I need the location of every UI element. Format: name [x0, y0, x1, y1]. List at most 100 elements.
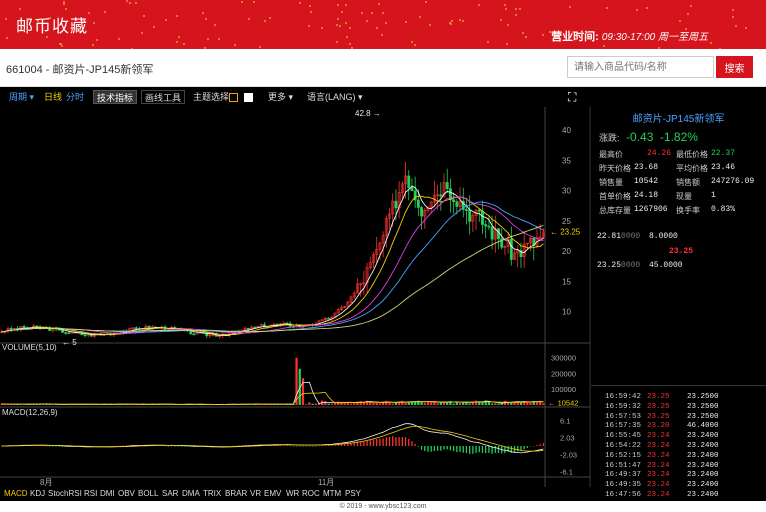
tab-daily[interactable]: 日线 [41, 90, 65, 104]
candle-body [484, 224, 488, 227]
header-sparkle [605, 6, 608, 9]
macd-histogram-bar [420, 446, 423, 450]
header-sparkle [732, 9, 735, 12]
candle-body [487, 225, 491, 228]
macd-histogram-bar [523, 446, 525, 450]
header-sparkle [360, 11, 363, 14]
header-sparkle [205, 17, 208, 20]
theme-dark-option[interactable] [229, 93, 238, 102]
prev-label: 昨天价格 [599, 165, 631, 174]
search-button[interactable]: 搜索 [716, 56, 753, 78]
site-header: 邮币收藏 营业时间: 09:30-17:00 周一至周五 [0, 0, 766, 49]
trade-amount: 23.2400 [687, 432, 719, 441]
indicator-tab-emv[interactable]: EMV [264, 489, 281, 498]
site-title[interactable]: 邮币收藏 [16, 12, 88, 37]
x-axis-label: 8月 [40, 478, 52, 487]
header-sparkle [458, 19, 461, 22]
macd-histogram-bar [478, 446, 480, 453]
macd-histogram-bar [331, 445, 333, 446]
draw-tools-button[interactable]: 画线工具 [141, 90, 186, 104]
trade-amount: 23.2400 [687, 451, 719, 460]
trade-price: 23.24 [647, 471, 670, 480]
header-sparkle [339, 24, 342, 27]
header-sparkle [503, 3, 506, 6]
volume-ma5-line [1, 381, 544, 406]
current-volume-label: 现量 [676, 193, 692, 202]
macd-histogram-bar [366, 440, 368, 446]
header-sparkle [424, 1, 427, 4]
volume-bar [430, 402, 433, 405]
header-sparkle [366, 20, 369, 23]
indicator-tab-dmi[interactable]: DMI [100, 489, 115, 498]
trade-price: 23.25 [647, 393, 670, 401]
header-sparkle [126, 0, 129, 3]
macd-histogram-bar [427, 446, 429, 452]
volume-bar [314, 403, 317, 405]
indicator-tab-vr[interactable]: VR [250, 489, 261, 498]
indicator-tab-macd[interactable]: MACD [4, 489, 28, 498]
indicator-tab-roc[interactable]: ROC [302, 489, 320, 498]
trade-amount: 23.2400 [687, 441, 719, 450]
tab-minute[interactable]: 分时 [63, 90, 87, 104]
header-sparkle [505, 42, 508, 45]
header-sparkle [381, 34, 384, 37]
macd-histogram-bar [395, 437, 397, 446]
indicator-tab-obv[interactable]: OBV [118, 489, 135, 498]
indicator-tab-wr[interactable]: WR [286, 489, 299, 498]
indicator-tab-brar[interactable]: BRAR [225, 489, 247, 498]
kline-chart[interactable]: 40 35 30 25 20 15 10 42.8 → ← 5 ← 23.25 VOLUME(5,1… [0, 107, 591, 487]
macd-histogram-bar [469, 446, 471, 454]
fullscreen-icon[interactable]: ⛶ [568, 90, 576, 105]
header-sparkle [39, 18, 42, 21]
macd-histogram-bar [324, 445, 327, 446]
header-sparkle [461, 19, 464, 22]
volume-value: 10542 [634, 177, 659, 186]
indicator-tab-mtm[interactable]: MTM [323, 489, 341, 498]
indicator-tab-sar[interactable]: SAR [162, 489, 178, 498]
header-sparkle [419, 16, 422, 19]
trade-row: 16:57:53 23.25 23.2500 [605, 413, 760, 423]
candle-body [416, 199, 420, 208]
indicator-tab-kdj[interactable]: KDJ [30, 489, 45, 498]
theme-light-option[interactable] [244, 93, 253, 102]
more-dropdown[interactable]: 更多 ▾ [265, 90, 296, 104]
indicator-tab-dma[interactable]: DMA [182, 489, 200, 498]
volume-bar [423, 402, 426, 405]
header-sparkle [518, 8, 521, 11]
trade-row: 16:52:15 23.24 23.2400 [605, 452, 760, 462]
volume-bar [305, 404, 308, 405]
trade-price: 23.20 [647, 422, 670, 431]
trade-time: 16:54:22 [605, 441, 642, 450]
header-sparkle [217, 38, 220, 41]
volume-bar [487, 401, 491, 405]
header-sparkle [6, 37, 9, 40]
header-sparkle [635, 8, 638, 11]
indicator-tab-stochrsi[interactable]: StochRSI [48, 489, 82, 498]
header-sparkle [92, 21, 95, 24]
trade-row: 16:54:22 23.24 23.2400 [605, 442, 760, 452]
macd-histogram-bar [392, 436, 394, 446]
volume-bar [324, 401, 327, 405]
period-dropdown[interactable]: 周期 ▾ [6, 90, 37, 104]
header-sparkle [429, 23, 432, 26]
trade-list: 16:59:42 23.25 23.2500 16:59:32 23.25 23.2500… [605, 393, 760, 511]
trade-time: 16:59:42 [605, 393, 642, 401]
volume-bar [349, 403, 353, 405]
indicator-tab-rsi[interactable]: RSI [84, 489, 97, 498]
search-input[interactable] [567, 56, 714, 78]
header-sparkle [384, 21, 387, 24]
indicator-tab-psy[interactable]: PSY [345, 489, 361, 498]
indicator-tab-boll[interactable]: BOLL [138, 489, 158, 498]
header-sparkle [321, 26, 324, 29]
business-hours: 营业时间: 09:30-17:00 周一至周五 [551, 28, 708, 44]
indicator-tab-trix[interactable]: TRIX [203, 489, 221, 498]
header-sparkle [404, 20, 407, 23]
candle-body [134, 327, 138, 330]
trade-price: 23.24 [647, 481, 670, 490]
header-sparkle [258, 45, 261, 48]
volume-bar [333, 403, 337, 405]
macd-histogram-bar [321, 445, 323, 447]
language-dropdown[interactable]: 语言(LANG) ▾ [304, 90, 366, 104]
indicators-button[interactable]: 技术指标 [93, 90, 138, 104]
trade-row: 16:49:35 23.24 23.2400 [605, 481, 760, 491]
